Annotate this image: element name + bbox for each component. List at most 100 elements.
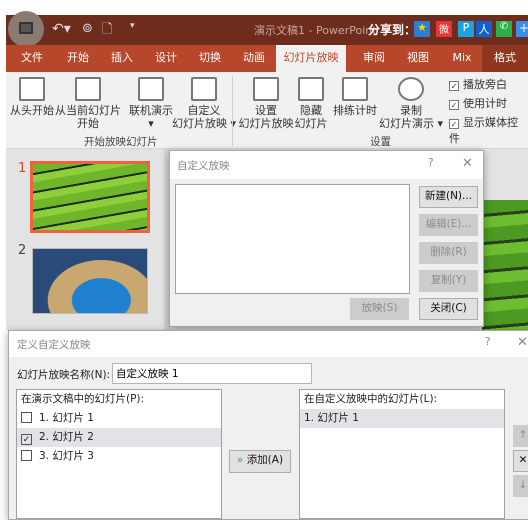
record-icon: [398, 77, 424, 101]
checkbox-icon[interactable]: [21, 450, 32, 461]
slide-thumbnail-1[interactable]: [30, 161, 150, 233]
double-arrow-icon: »: [236, 454, 244, 466]
list-header: 在演示文稿中的幻灯片(P):: [21, 393, 145, 405]
help-button[interactable]: ?: [428, 157, 434, 169]
undo-icon[interactable]: ↶▾: [52, 21, 71, 37]
use-timings-checkbox[interactable]: ✓ 使用计时: [449, 95, 507, 111]
checkbox-icon: ✓: [449, 119, 459, 129]
arrow-down-icon: ↓: [518, 479, 528, 491]
more-share-icon[interactable]: +: [516, 21, 528, 37]
customize-qat-icon[interactable]: ▾: [130, 21, 135, 31]
new-document-icon[interactable]: 🗋: [102, 20, 112, 42]
from-beginning-button[interactable]: 从头开始: [10, 77, 54, 117]
timer-icon: [342, 77, 368, 101]
hide-slide-icon: [298, 77, 324, 101]
app-logo-icon: [8, 11, 44, 47]
label: 3. 幻灯片 3: [39, 450, 94, 462]
remove-button[interactable]: ✕: [513, 450, 528, 472]
edit-button[interactable]: 编辑(E)...: [419, 214, 478, 236]
tab-design[interactable]: 设计: [146, 45, 186, 72]
list-item[interactable]: ✓ 2. 幻灯片 2: [17, 428, 221, 447]
tab-view[interactable]: 视图: [398, 45, 438, 72]
slideshow-icon[interactable]: ⊚: [82, 21, 93, 36]
setup-icon: [253, 77, 279, 101]
slide-canvas: [482, 200, 528, 330]
new-button[interactable]: 新建(N)...: [419, 186, 478, 208]
dialog-title: 自定义放映: [177, 160, 230, 172]
checkbox-checked-icon[interactable]: ✓: [21, 434, 32, 445]
label: 排练计时: [333, 104, 377, 117]
slide-number: 1: [18, 161, 27, 176]
move-down-button[interactable]: ↓: [513, 475, 528, 497]
close-button[interactable]: 关闭(C): [419, 298, 478, 320]
list-header: 在自定义放映中的幻灯片(L):: [304, 393, 438, 405]
setup-slideshow-button[interactable]: 设置 幻灯片放映: [238, 77, 294, 130]
label: 从当前幻灯片 开始: [55, 104, 121, 130]
ribbon-tabs: 文件 开始 插入 设计 切换 动画 幻灯片放映 审阅 视图 Mix 格式: [6, 45, 528, 72]
define-custom-show-dialog: 定义自定义放映 ? ✕ 幻灯片放映名称(N): 在演示文稿中的幻灯片(P): 1…: [8, 330, 528, 520]
list-item[interactable]: 1. 幻灯片 1: [300, 409, 504, 428]
custom-show-slides-list[interactable]: 在自定义放映中的幻灯片(L): 1. 幻灯片 1: [299, 389, 505, 519]
present-online-button[interactable]: 联机演示 ▾: [126, 77, 176, 130]
record-slideshow-button[interactable]: 录制 幻灯片演示 ▾: [378, 77, 444, 130]
tab-slideshow[interactable]: 幻灯片放映: [276, 45, 346, 72]
custom-shows-list[interactable]: [175, 184, 410, 294]
tab-animations[interactable]: 动画: [234, 45, 274, 72]
renren-icon[interactable]: 人: [476, 21, 492, 37]
label: 1. 幻灯片 1: [39, 412, 94, 424]
checkbox-icon[interactable]: [21, 412, 32, 423]
play-icon: [19, 77, 45, 101]
delete-button[interactable]: 删除(R): [419, 242, 478, 264]
label: 自定义 幻灯片放映 ▾: [172, 104, 237, 130]
tab-mix[interactable]: Mix: [442, 45, 482, 72]
show-name-input[interactable]: [112, 363, 312, 384]
checkbox-icon: ✓: [449, 81, 459, 91]
label: 2. 幻灯片 2: [39, 431, 94, 443]
slide-number: 2: [18, 243, 27, 258]
tab-insert[interactable]: 插入: [102, 45, 142, 72]
add-button[interactable]: » 添加(A): [229, 450, 291, 473]
move-up-button[interactable]: ↑: [513, 425, 528, 447]
custom-slideshow-button[interactable]: 自定义 幻灯片放映 ▾: [172, 77, 236, 130]
name-label: 幻灯片放映名称(N):: [17, 369, 111, 381]
label: 显示媒体控件: [449, 116, 518, 145]
label: 从头开始: [10, 104, 54, 117]
show-media-controls-checkbox[interactable]: ✓ 显示媒体控件: [449, 114, 528, 146]
checkbox-icon: ✓: [449, 100, 459, 110]
dialog-title: 定义自定义放映: [17, 339, 91, 351]
from-current-button[interactable]: 从当前幻灯片 开始: [54, 77, 122, 130]
tab-transitions[interactable]: 切换: [190, 45, 230, 72]
show-button[interactable]: 放映(S): [350, 298, 409, 320]
slide-thumbnail-2[interactable]: [32, 248, 148, 314]
label: 隐藏 幻灯片: [294, 104, 328, 130]
ribbon: 从头开始 从当前幻灯片 开始 联机演示 ▾ 自定义 幻灯片放映 ▾ 设置 幻灯片…: [6, 72, 528, 149]
label: 联机演示 ▾: [129, 104, 173, 130]
tab-review[interactable]: 审阅: [354, 45, 394, 72]
title-bar: ↶▾ ⊚ 🗋 ▾ 演示文稿1 - PowerPoint 分享到： ★ 微 P 人…: [6, 11, 528, 47]
help-button[interactable]: ?: [485, 336, 491, 348]
tab-format[interactable]: 格式: [482, 45, 528, 72]
label: 使用计时: [463, 97, 507, 110]
wechat-icon[interactable]: ✆: [496, 21, 512, 37]
list-item[interactable]: 3. 幻灯片 3: [17, 447, 221, 466]
presentation-slides-list[interactable]: 在演示文稿中的幻灯片(P): 1. 幻灯片 1 ✓ 2. 幻灯片 2 3. 幻灯片…: [16, 389, 222, 519]
divider: [232, 76, 233, 146]
weibo-icon[interactable]: 微: [436, 21, 452, 37]
play-narrations-checkbox[interactable]: ✓ 播放旁白: [449, 76, 507, 92]
list-item[interactable]: 1. 幻灯片 1: [17, 409, 221, 428]
remove-x-icon: ✕: [518, 454, 528, 466]
qzone-icon[interactable]: ★: [414, 21, 430, 37]
tab-home[interactable]: 开始: [58, 45, 98, 72]
close-icon[interactable]: ✕: [517, 335, 528, 350]
rehearse-timings-button[interactable]: 排练计时: [332, 77, 378, 117]
slide-presenter-icon: [75, 77, 101, 101]
tencent-icon[interactable]: P: [458, 21, 474, 37]
label: 设置 幻灯片放映: [238, 104, 294, 130]
close-icon[interactable]: ✕: [462, 156, 473, 171]
tab-file[interactable]: 文件: [12, 45, 52, 72]
copy-button[interactable]: 复制(Y): [419, 270, 478, 292]
custom-show-dialog: 自定义放映 ? ✕ 新建(N)... 编辑(E)... 删除(R) 复制(Y) …: [169, 150, 484, 327]
label: 录制 幻灯片演示 ▾: [378, 104, 444, 130]
group-label-start: 开始放映幻灯片: [84, 136, 158, 148]
hide-slide-button[interactable]: 隐藏 幻灯片: [294, 77, 328, 130]
